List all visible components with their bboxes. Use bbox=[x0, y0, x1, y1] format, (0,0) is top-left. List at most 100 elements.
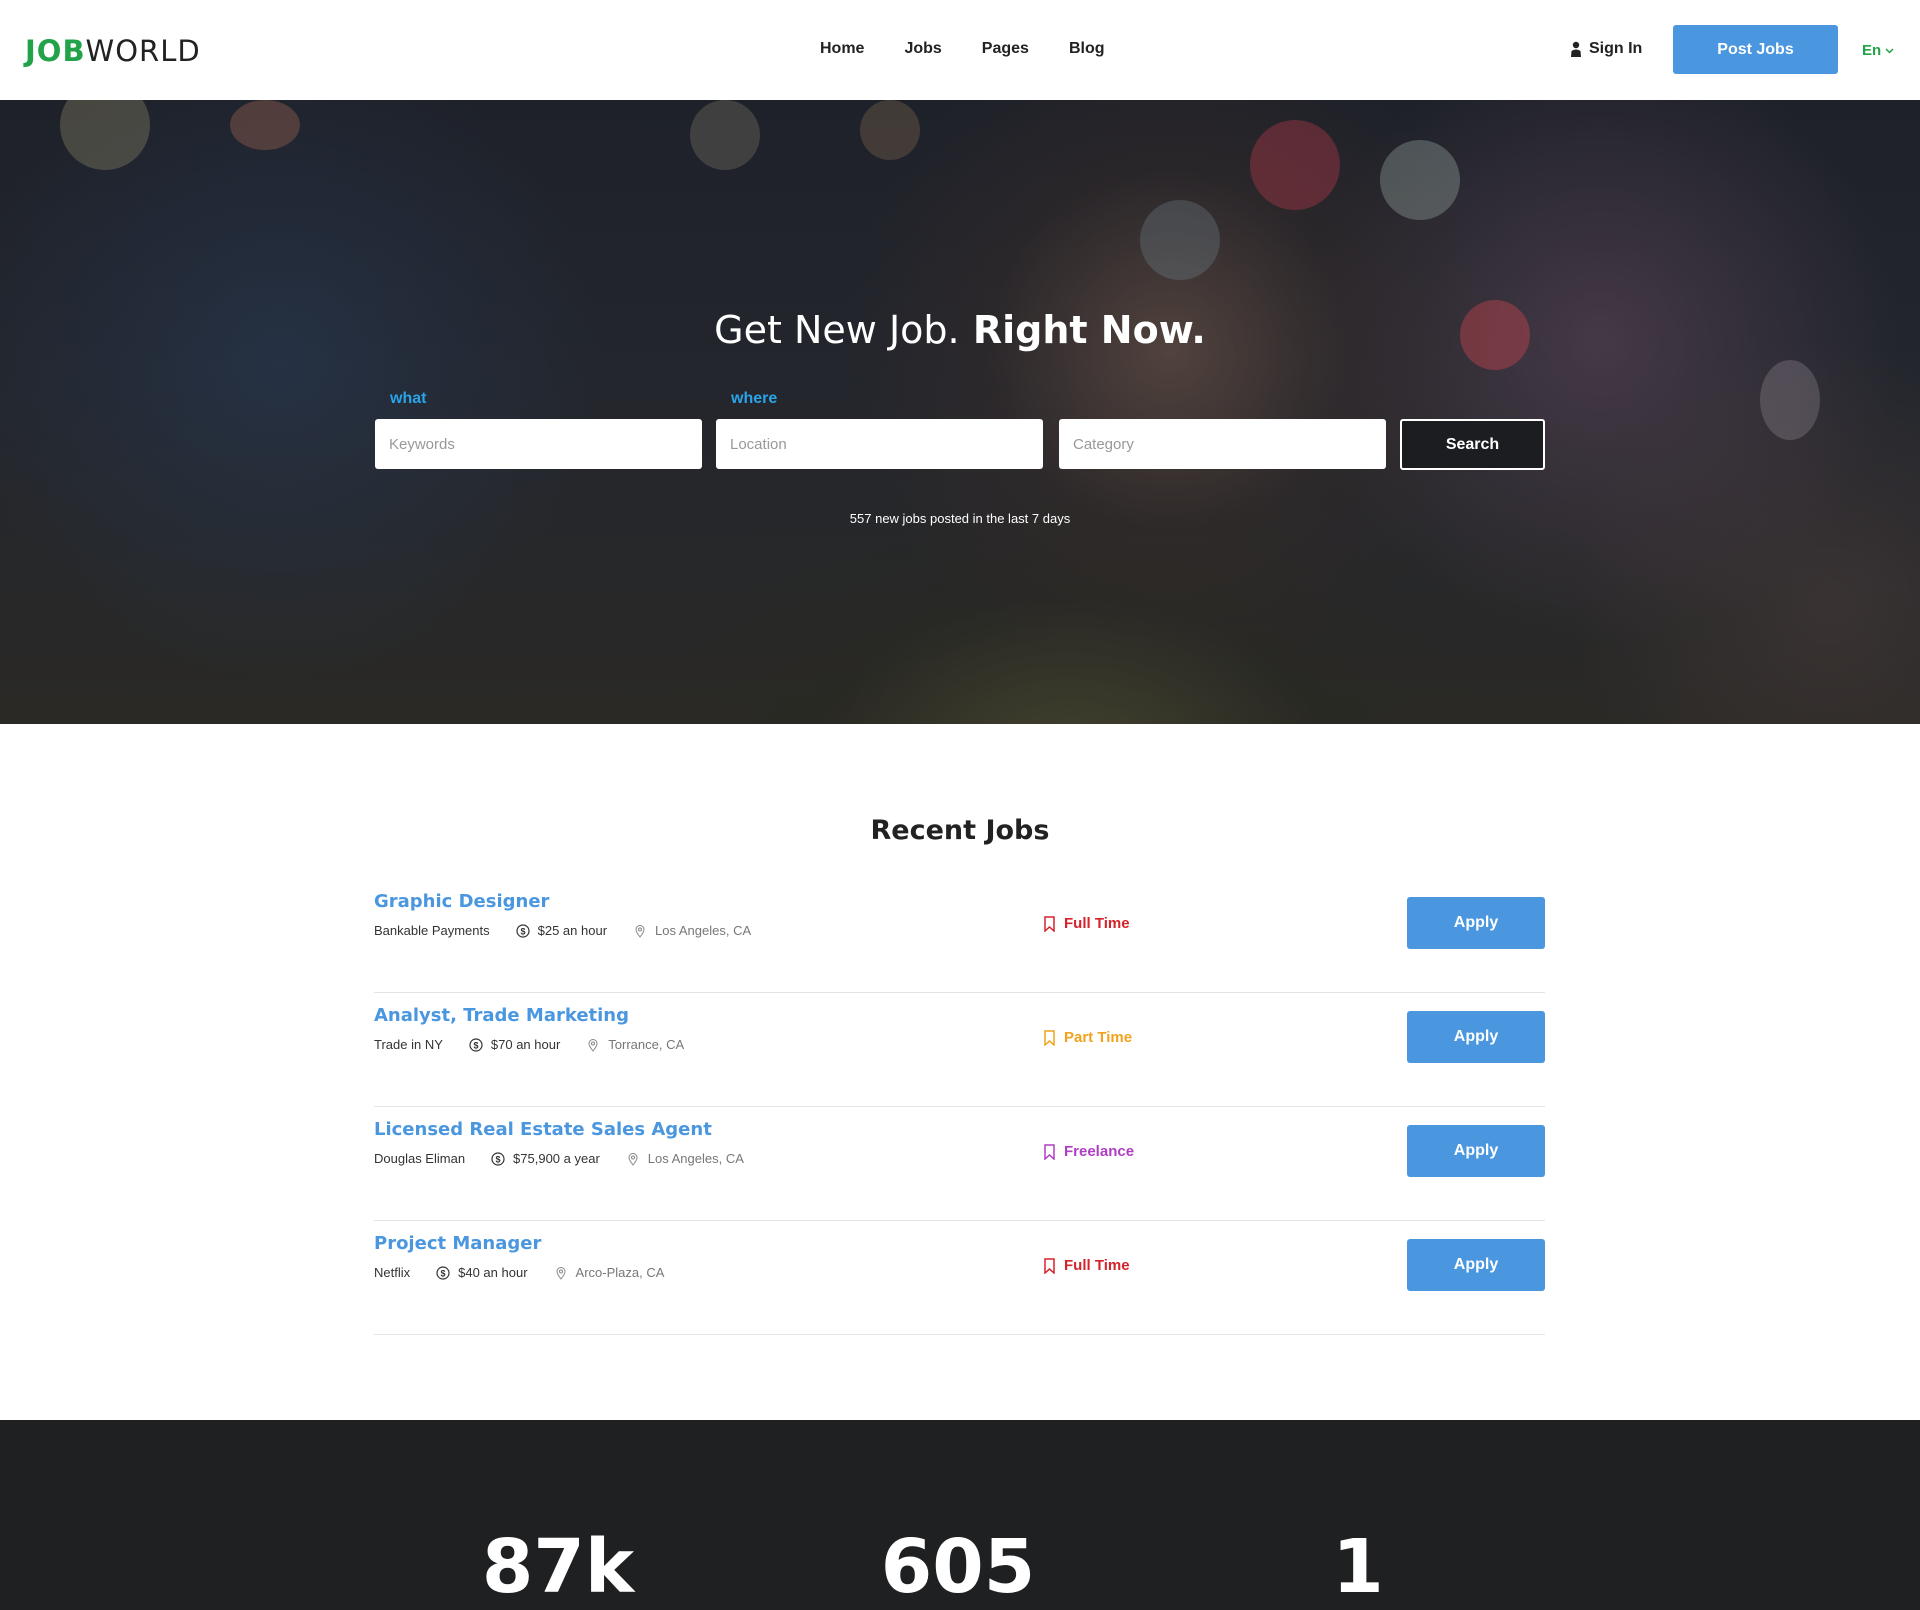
chevron-down-icon bbox=[1885, 47, 1894, 54]
what-label: what bbox=[390, 390, 427, 407]
svg-text:$: $ bbox=[496, 1154, 501, 1164]
location-input[interactable]: Location bbox=[716, 419, 1043, 469]
job-salary-text: $75,900 a year bbox=[513, 1151, 600, 1166]
map-pin-icon bbox=[635, 924, 645, 938]
job-row: Analyst, Trade Marketing Trade in NY $ $… bbox=[374, 993, 1545, 1107]
language-selector[interactable]: En bbox=[1862, 42, 1894, 59]
new-jobs-note: 557 new jobs posted in the last 7 days bbox=[849, 511, 1071, 526]
map-pin-icon bbox=[556, 1266, 566, 1280]
job-salary: $ $25 an hour bbox=[516, 923, 607, 938]
where-label: where bbox=[731, 390, 778, 407]
bookmark-icon bbox=[1044, 915, 1055, 932]
job-meta: Douglas Eliman $ $75,900 a year Los Ange… bbox=[374, 1151, 744, 1166]
sign-in-link[interactable]: Sign In bbox=[1570, 40, 1642, 58]
job-location: Arco-Plaza, CA bbox=[554, 1265, 665, 1280]
job-type-badge: Part Time bbox=[1044, 1029, 1132, 1046]
bookmark-icon bbox=[1044, 1029, 1055, 1046]
job-title[interactable]: Project Manager bbox=[374, 1233, 541, 1254]
job-row: Project Manager Netflix $ $40 an hour Ar… bbox=[374, 1221, 1545, 1335]
job-location-text: Torrance, CA bbox=[608, 1037, 685, 1052]
language-label: En bbox=[1862, 42, 1882, 59]
job-company: Trade in NY bbox=[374, 1037, 443, 1052]
recent-jobs-title: Recent Jobs bbox=[870, 815, 1050, 846]
job-company: Netflix bbox=[374, 1265, 411, 1280]
bokeh-light bbox=[1760, 360, 1820, 440]
nav-jobs[interactable]: Jobs bbox=[904, 40, 941, 58]
bookmark-icon bbox=[1044, 1143, 1055, 1160]
bokeh-light bbox=[1380, 140, 1460, 220]
job-salary-text: $40 an hour bbox=[458, 1265, 528, 1280]
map-pin-icon bbox=[628, 1152, 638, 1166]
bokeh-light bbox=[60, 100, 150, 170]
hero-title-bold: Right Now. bbox=[972, 308, 1206, 352]
bokeh-light bbox=[1140, 200, 1220, 280]
job-type-label: Full Time bbox=[1064, 915, 1130, 932]
job-salary: $ $75,900 a year bbox=[491, 1151, 600, 1166]
job-type-label: Freelance bbox=[1064, 1143, 1135, 1160]
keywords-input[interactable]: Keywords bbox=[375, 419, 702, 469]
job-salary: $ $70 an hour bbox=[469, 1037, 560, 1052]
job-type-label: Part Time bbox=[1064, 1029, 1133, 1046]
job-meta: Trade in NY $ $70 an hour Torrance, CA bbox=[374, 1037, 684, 1052]
svg-text:$: $ bbox=[473, 1040, 478, 1050]
bokeh-light bbox=[860, 100, 920, 160]
category-select[interactable]: Category bbox=[1059, 419, 1386, 469]
logo[interactable]: JOBWORLD bbox=[25, 34, 201, 68]
dollar-icon: $ bbox=[436, 1265, 450, 1280]
logo-job: JOB bbox=[25, 34, 86, 68]
nav-pages[interactable]: Pages bbox=[982, 40, 1029, 58]
job-title[interactable]: Licensed Real Estate Sales Agent bbox=[374, 1119, 712, 1140]
stats-section: 87k 605 1 bbox=[0, 1420, 1920, 1610]
nav-blog[interactable]: Blog bbox=[1069, 40, 1105, 58]
site-header: JOBWORLD Home Jobs Pages Blog Sign In Po… bbox=[0, 0, 1920, 100]
job-location-text: Los Angeles, CA bbox=[647, 1151, 744, 1166]
job-type-badge: Full Time bbox=[1044, 915, 1130, 932]
job-type-label: Full Time bbox=[1064, 1257, 1130, 1274]
dollar-icon: $ bbox=[516, 923, 530, 938]
job-type-badge: Full Time bbox=[1044, 1257, 1130, 1274]
job-meta: Bankable Payments $ $25 an hour Los Ange… bbox=[374, 923, 751, 938]
apply-button[interactable]: Apply bbox=[1407, 1011, 1545, 1063]
stat-companies: 605 bbox=[880, 1524, 1036, 1610]
hero-banner: Get New Job. Right Now. what where Keywo… bbox=[0, 100, 1920, 724]
hero-title-light: Get New Job. bbox=[714, 308, 960, 352]
post-jobs-button[interactable]: Post Jobs bbox=[1673, 25, 1838, 74]
stat-jobs: 87k bbox=[481, 1524, 635, 1610]
job-row: Licensed Real Estate Sales Agent Douglas… bbox=[374, 1107, 1545, 1221]
dollar-icon: $ bbox=[469, 1037, 483, 1052]
job-location-text: Arco-Plaza, CA bbox=[575, 1265, 665, 1280]
apply-button[interactable]: Apply bbox=[1407, 1125, 1545, 1177]
apply-button[interactable]: Apply bbox=[1407, 1239, 1545, 1291]
job-row: Graphic Designer Bankable Payments $ $25… bbox=[374, 879, 1545, 993]
bokeh-light bbox=[230, 100, 300, 150]
bokeh-light bbox=[690, 100, 760, 170]
job-company: Douglas Eliman bbox=[374, 1151, 466, 1166]
job-salary: $ $40 an hour bbox=[436, 1265, 528, 1280]
svg-text:$: $ bbox=[520, 926, 525, 936]
job-title[interactable]: Graphic Designer bbox=[374, 891, 549, 912]
user-icon bbox=[1571, 41, 1581, 57]
job-location-text: Los Angeles, CA bbox=[655, 923, 752, 938]
logo-world: WORLD bbox=[85, 34, 201, 68]
job-location: Los Angeles, CA bbox=[626, 1151, 744, 1166]
job-type-badge: Freelance bbox=[1044, 1143, 1134, 1160]
nav-home[interactable]: Home bbox=[820, 40, 864, 58]
job-location: Torrance, CA bbox=[586, 1037, 684, 1052]
hero-title: Get New Job. Right Now. bbox=[0, 308, 1920, 352]
main-nav: Home Jobs Pages Blog bbox=[820, 40, 1104, 58]
map-pin-icon bbox=[588, 1038, 598, 1052]
stat-other: 1 bbox=[1332, 1524, 1384, 1610]
search-button[interactable]: Search bbox=[1400, 419, 1545, 470]
sign-in-label: Sign In bbox=[1589, 40, 1643, 57]
bokeh-light bbox=[1250, 120, 1340, 210]
job-location: Los Angeles, CA bbox=[633, 923, 751, 938]
apply-button[interactable]: Apply bbox=[1407, 897, 1545, 949]
job-meta: Netflix $ $40 an hour Arco-Plaza, CA bbox=[374, 1265, 664, 1280]
job-company: Bankable Payments bbox=[374, 923, 490, 938]
svg-text:$: $ bbox=[441, 1268, 446, 1278]
job-title[interactable]: Analyst, Trade Marketing bbox=[374, 1005, 629, 1026]
job-salary-text: $25 an hour bbox=[537, 923, 608, 938]
bookmark-icon bbox=[1044, 1257, 1055, 1274]
dollar-icon: $ bbox=[491, 1151, 505, 1166]
job-salary-text: $70 an hour bbox=[490, 1037, 561, 1052]
